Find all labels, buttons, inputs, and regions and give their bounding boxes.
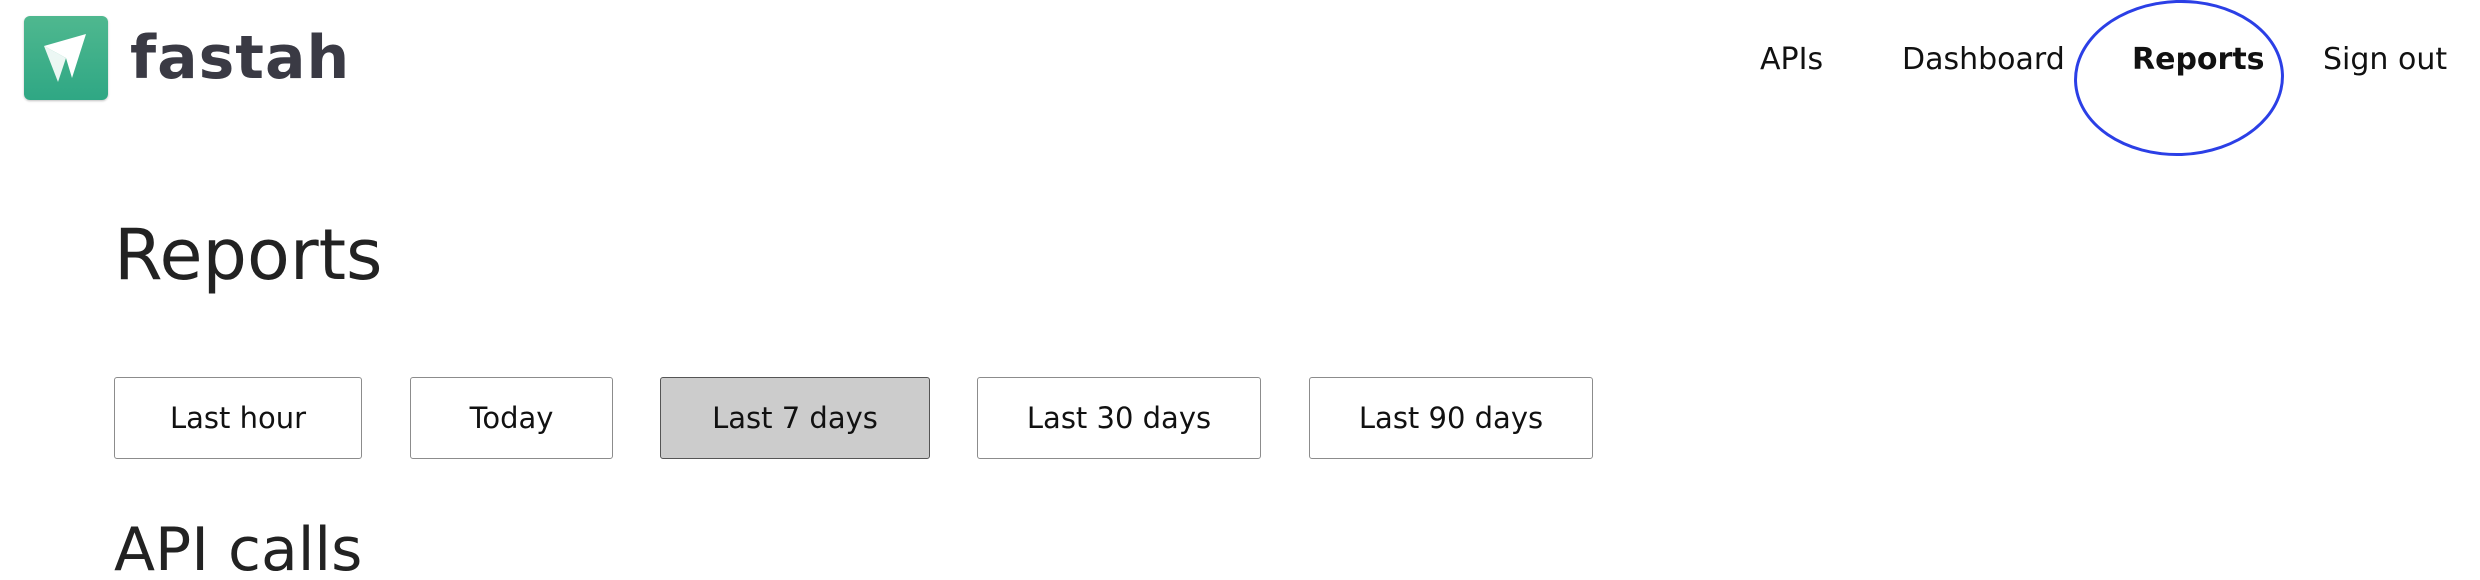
top-nav: APIs Dashboard Reports Sign out — [0, 40, 2480, 80]
nav-item-dashboard[interactable]: Dashboard — [1902, 40, 2065, 80]
range-button-last-hour[interactable]: Last hour — [114, 377, 362, 459]
page-title: Reports — [114, 214, 383, 296]
range-button-today[interactable]: Today — [410, 377, 613, 459]
page: fastah APIs Dashboard Reports Sign out R… — [0, 0, 2480, 580]
range-button-last-7-days[interactable]: Last 7 days — [660, 377, 930, 459]
nav-item-reports[interactable]: Reports — [2132, 40, 2265, 80]
nav-item-apis[interactable]: APIs — [1760, 40, 1823, 80]
range-button-last-30-days[interactable]: Last 30 days — [977, 377, 1261, 459]
range-button-last-90-days[interactable]: Last 90 days — [1309, 377, 1593, 459]
nav-item-sign-out[interactable]: Sign out — [2323, 40, 2447, 80]
section-title-api-calls: API calls — [114, 515, 363, 580]
